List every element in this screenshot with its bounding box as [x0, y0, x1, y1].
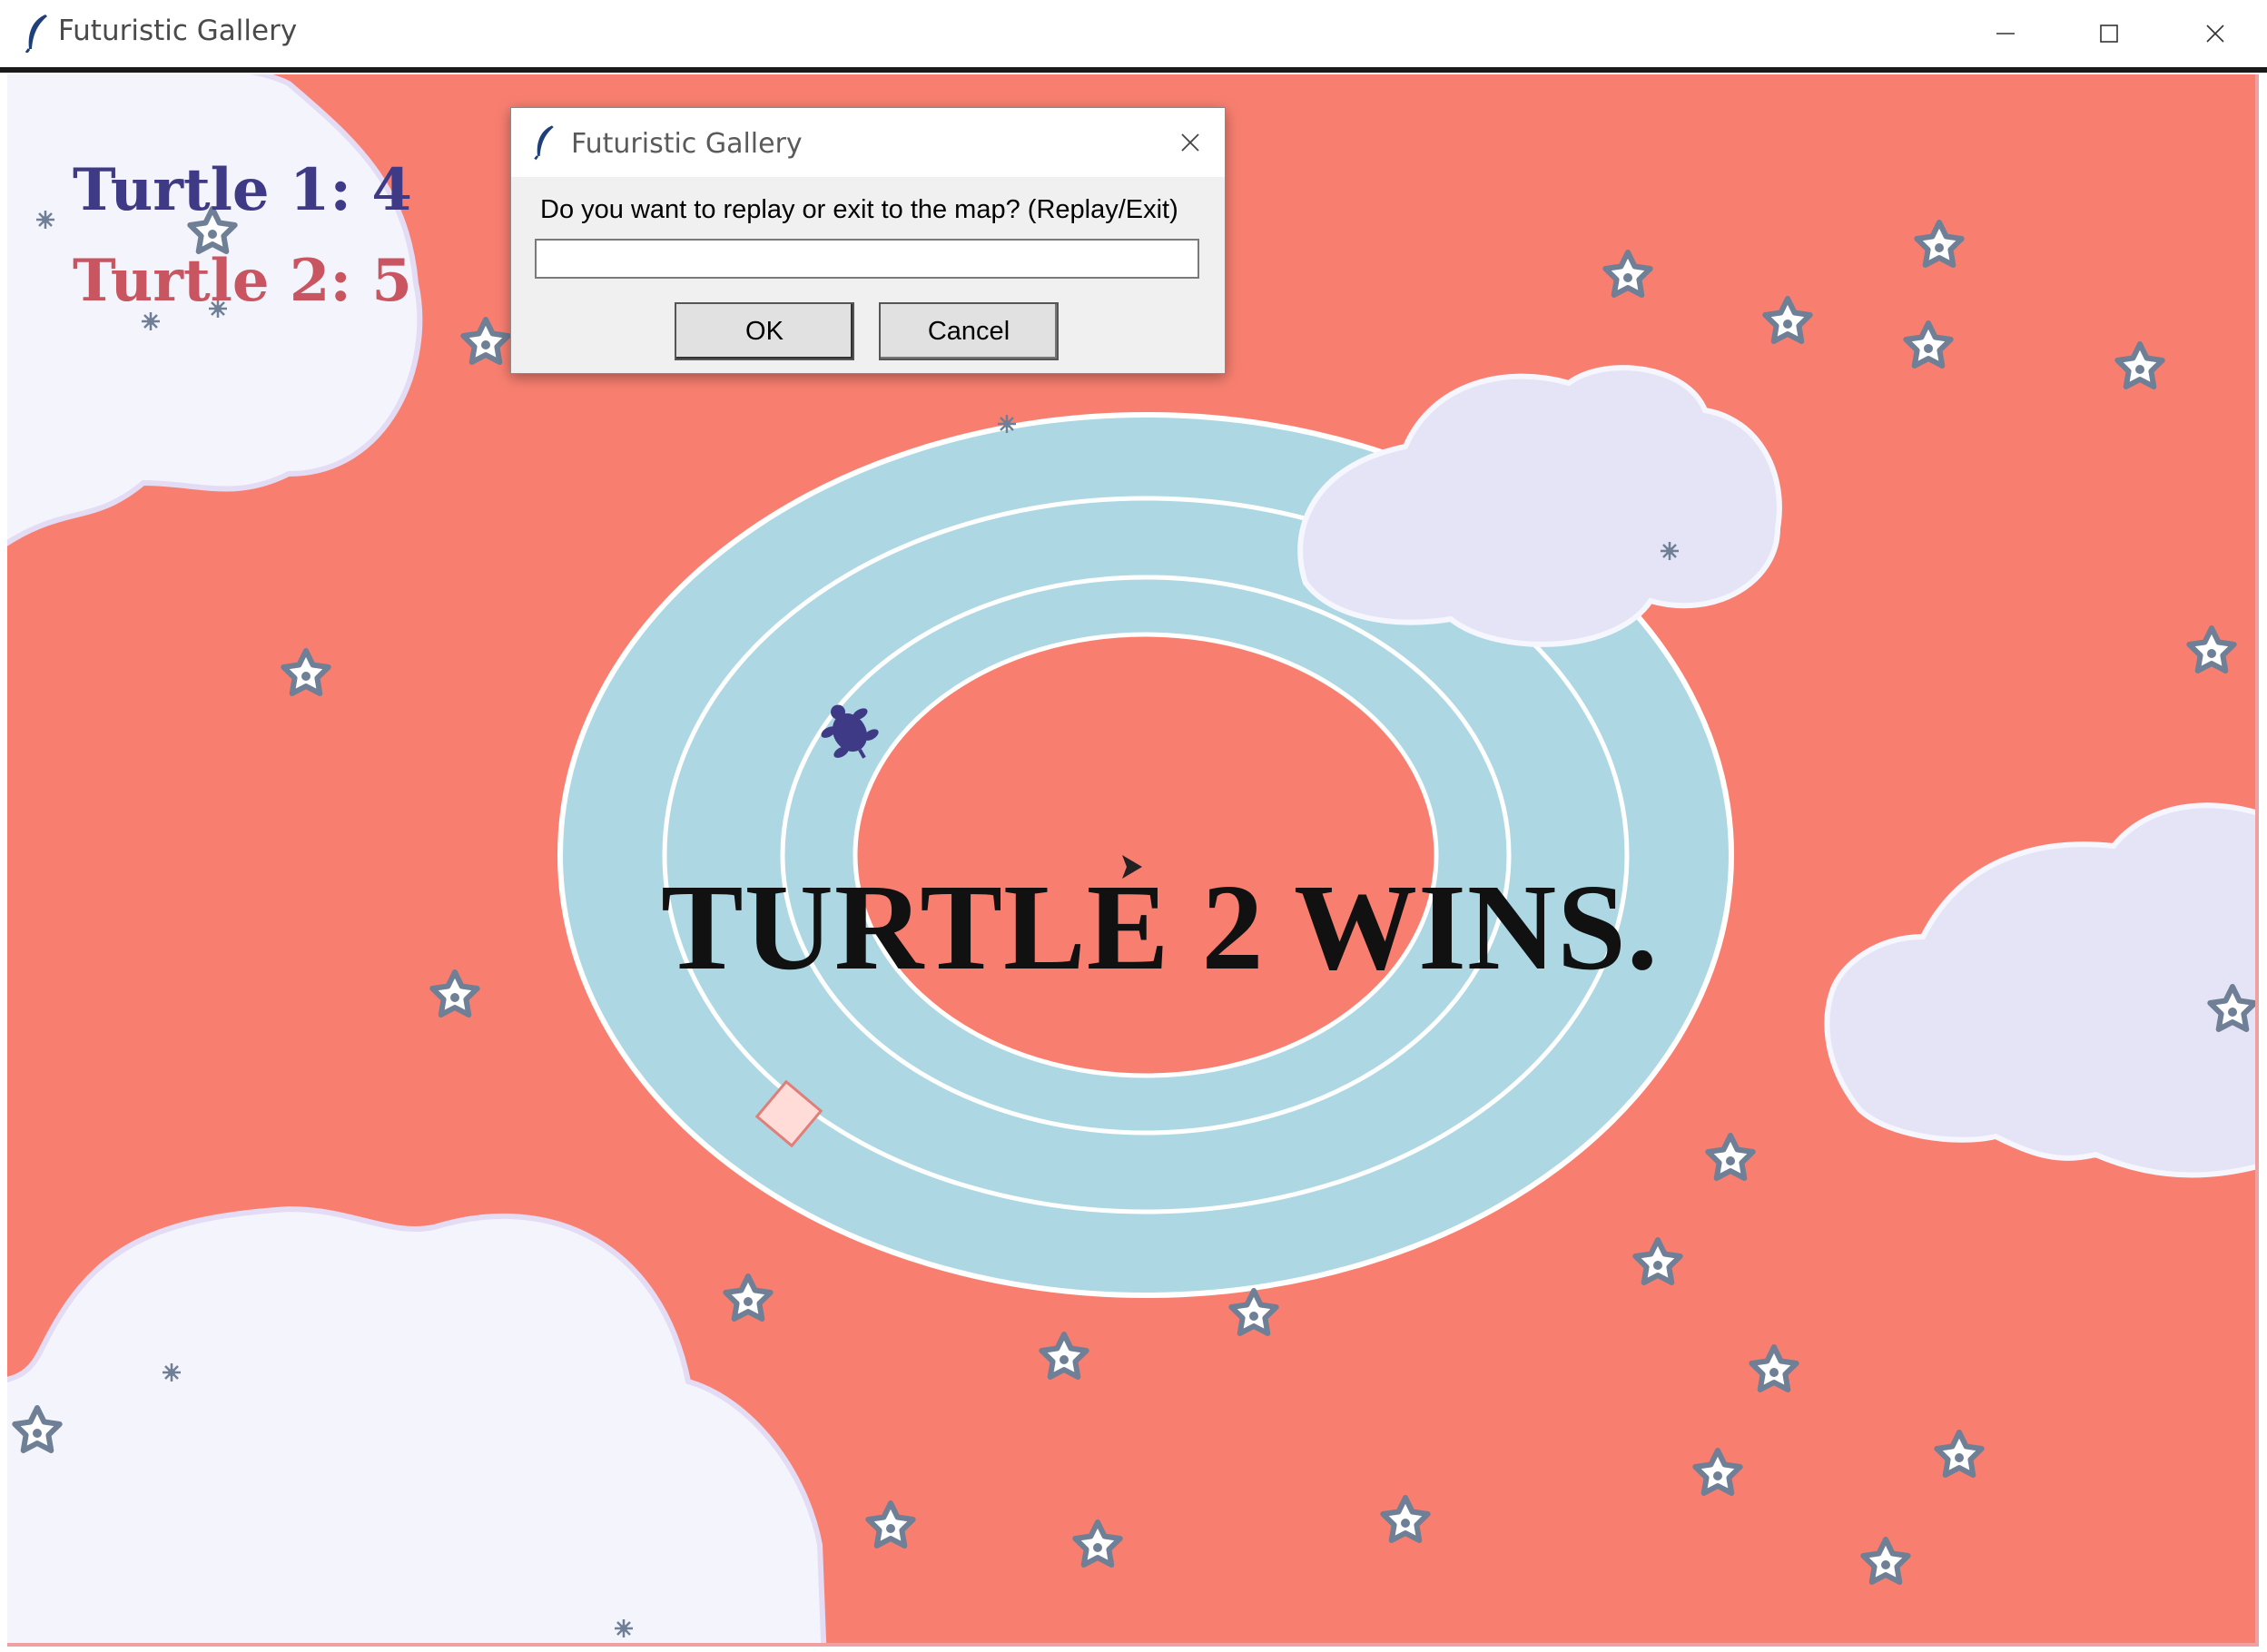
close-button[interactable]: [2164, 0, 2267, 67]
dialog-close-button[interactable]: [1168, 121, 1212, 164]
dialog-titlebar: Futuristic Gallery: [511, 108, 1225, 177]
replay-dialog: Futuristic Gallery Do you want to replay…: [510, 107, 1226, 374]
turtle-2-score: Turtle 2: 5: [73, 247, 412, 315]
window-title: Futuristic Gallery: [58, 15, 298, 47]
dialog-title: Futuristic Gallery: [571, 128, 803, 160]
minimize-button[interactable]: [1954, 0, 2057, 67]
close-icon: [2206, 25, 2224, 43]
ok-button[interactable]: OK: [675, 302, 854, 360]
dialog-prompt: Do you want to replay or exit to the map…: [540, 195, 1178, 224]
maximize-button[interactable]: [2057, 0, 2161, 67]
maximize-icon: [2100, 25, 2118, 43]
close-icon: [1181, 133, 1199, 152]
cancel-button[interactable]: Cancel: [879, 302, 1059, 360]
minimize-icon: [1996, 33, 2015, 34]
replay-exit-input[interactable]: [535, 239, 1199, 279]
window-frame: [0, 67, 2267, 73]
result-banner: TURTLE 2 WINS.: [661, 860, 1659, 996]
feather-icon: [534, 125, 554, 161]
turtle-1-score: Turtle 1: 4: [73, 156, 412, 224]
feather-icon: [25, 15, 47, 53]
window-titlebar: Futuristic Gallery: [0, 0, 2267, 67]
